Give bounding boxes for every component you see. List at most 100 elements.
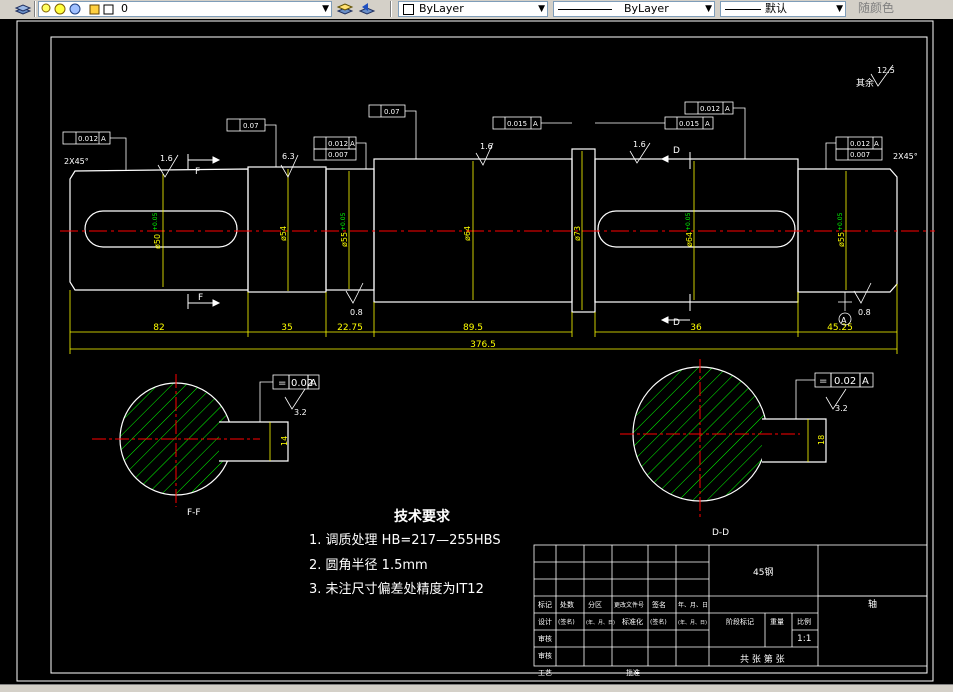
dim-dia50: ø50 xyxy=(153,234,162,249)
tb-material: 45钢 xyxy=(753,566,773,578)
make-object-layer-current-icon[interactable] xyxy=(336,1,354,17)
svg-text:+0.05: +0.05 xyxy=(340,212,347,231)
dim-dia55a: ø55 xyxy=(340,232,349,247)
title-block-text: 45钢 轴 1:1 共 张 第 张 标记 处数 分区 更改文件号 签名 年、月、… xyxy=(538,566,877,677)
svg-text:0.015: 0.015 xyxy=(679,120,699,128)
svg-text:+0.05: +0.05 xyxy=(152,212,159,231)
gdt-frame-stack-far-right: 0.012 A 0.007 xyxy=(825,136,883,169)
key-width-18: 18 xyxy=(817,435,826,445)
svg-text:设计: 设计 xyxy=(538,617,552,626)
layer-manager-icon[interactable] xyxy=(14,1,32,17)
color-value: ByLayer xyxy=(419,2,464,15)
tb-scale: 1:1 xyxy=(797,634,811,644)
dim-895: 89.5 xyxy=(463,323,483,333)
svg-text:A: A xyxy=(874,140,879,148)
svg-text:分区: 分区 xyxy=(588,600,602,609)
section-label-dd: D-D xyxy=(712,528,729,538)
linetype-dropdown[interactable]: ByLayer ▼ xyxy=(553,1,715,17)
section-arrow-labels: F F D D xyxy=(195,146,680,328)
svg-text:(年、月、日): (年、月、日) xyxy=(678,619,707,626)
svg-text:0.012: 0.012 xyxy=(700,105,720,113)
tech-line-3: 3. 未注尺寸偏差处精度为IT12 xyxy=(309,581,484,597)
svg-text:0.012: 0.012 xyxy=(78,135,98,143)
svg-text:+0.05: +0.05 xyxy=(685,212,692,231)
roughness-symbols xyxy=(157,64,894,410)
chamfer-right: 2X45° xyxy=(893,152,918,161)
linetype-sample xyxy=(558,9,612,10)
rough-rest: 其余 xyxy=(856,77,874,89)
dim-dia73: ø73 xyxy=(573,226,582,241)
svg-text:阶段标记: 阶段标记 xyxy=(726,617,754,626)
technical-requirements: 技术要求 1. 调质处理 HB=217—255HBS 2. 圆角半径 1.5mm… xyxy=(309,508,501,597)
dim-dia55b: ø55 xyxy=(837,232,846,247)
svg-text:0.015: 0.015 xyxy=(507,120,527,128)
roughness-labels: 1.6 6.3 0.8 1.6 1.6 0.8 12.5 其余 3.2 3.2 xyxy=(160,66,895,417)
lineweight-dropdown[interactable]: 默认 ▼ xyxy=(720,1,846,17)
tb-sheets: 共 张 第 张 xyxy=(740,653,785,665)
chevron-down-icon[interactable]: ▼ xyxy=(322,2,329,16)
dim-3765: 376.5 xyxy=(470,340,496,350)
section-arrows xyxy=(187,152,691,324)
svg-text:F: F xyxy=(198,293,203,303)
datum-a-marker: A xyxy=(838,292,852,326)
dim-36: 36 xyxy=(690,323,702,333)
drawing-area[interactable]: ø50 ø54 ø55 ø64 ø73 ø64 ø55 +0.05 +0.05 … xyxy=(0,19,953,684)
svg-text:A: A xyxy=(101,135,106,143)
diameter-labels: ø50 ø54 ø55 ø64 ø73 ø64 ø55 xyxy=(153,226,846,249)
svg-text:0.007: 0.007 xyxy=(850,151,870,159)
svg-text:F: F xyxy=(195,167,200,177)
dim-82: 82 xyxy=(153,323,164,333)
svg-text:D: D xyxy=(673,318,680,328)
dim-dia64: ø64 xyxy=(463,226,472,241)
rough-16a: 1.6 xyxy=(160,154,173,163)
svg-text:0.012: 0.012 xyxy=(328,140,348,148)
svg-text:审核: 审核 xyxy=(538,651,552,660)
plotstyle-dropdown[interactable]: 随颜色 xyxy=(852,1,952,17)
svg-text:处数: 处数 xyxy=(560,600,574,609)
svg-text:审核: 审核 xyxy=(538,634,552,643)
svg-text:更改文件号: 更改文件号 xyxy=(614,601,644,609)
linetype-value: ByLayer xyxy=(624,2,669,15)
rough-32a: 3.2 xyxy=(294,408,307,417)
color-swatch xyxy=(403,4,414,15)
svg-text:0.07: 0.07 xyxy=(384,108,400,116)
svg-text:比例: 比例 xyxy=(797,617,811,626)
svg-text:A: A xyxy=(862,376,869,387)
lineweight-sample xyxy=(725,9,761,10)
svg-text:签名: 签名 xyxy=(652,600,666,609)
dim-dia54: ø54 xyxy=(279,226,288,241)
svg-text:(年、月、日): (年、月、日) xyxy=(586,619,615,626)
properties-toolbar: 0 ▼ ByLayer ▼ ByLayer ▼ 默认 ▼ 随颜色 xyxy=(0,0,953,20)
dim-2275: 22.75 xyxy=(337,323,363,333)
chevron-down-icon[interactable]: ▼ xyxy=(538,2,545,16)
svg-text:A: A xyxy=(841,316,847,325)
dim-35: 35 xyxy=(281,323,292,333)
svg-text:=: = xyxy=(819,376,827,387)
dim-dia64b: ø64 xyxy=(685,232,694,247)
svg-text:(签名): (签名) xyxy=(650,618,667,626)
rough-32b: 3.2 xyxy=(835,404,848,413)
rough-125: 12.5 xyxy=(877,66,895,75)
chevron-down-icon[interactable]: ▼ xyxy=(836,2,843,16)
chevron-down-icon[interactable]: ▼ xyxy=(705,2,712,16)
key-width-14: 14 xyxy=(280,436,289,446)
rough-16b: 1.6 xyxy=(633,140,646,149)
svg-text:重量: 重量 xyxy=(770,618,784,626)
color-dropdown[interactable]: ByLayer ▼ xyxy=(398,1,548,17)
layer-dropdown[interactable]: 0 ▼ xyxy=(38,1,332,17)
rough-33: 1.6 xyxy=(480,142,493,151)
svg-text:0.02: 0.02 xyxy=(834,376,856,387)
length-labels: 82 35 22.75 89.5 36 45.25 376.5 xyxy=(153,323,853,350)
svg-text:=: = xyxy=(278,378,286,389)
lineweight-value: 默认 xyxy=(765,2,787,15)
tolerance-marks: +0.05 +0.05 +0.05 +0.05 xyxy=(152,212,844,231)
svg-text:(签名): (签名) xyxy=(558,618,575,626)
rough-08b: 0.8 xyxy=(858,308,871,317)
tech-line-2: 2. 圆角半径 1.5mm xyxy=(309,558,428,573)
rough-63: 6.3 xyxy=(282,152,295,161)
layer-previous-icon[interactable] xyxy=(358,1,376,17)
tb-part-name: 轴 xyxy=(868,598,877,610)
svg-text:A: A xyxy=(533,120,538,128)
gdt-frame-007b: 0.07 xyxy=(368,104,417,159)
svg-text:工艺: 工艺 xyxy=(538,669,552,677)
